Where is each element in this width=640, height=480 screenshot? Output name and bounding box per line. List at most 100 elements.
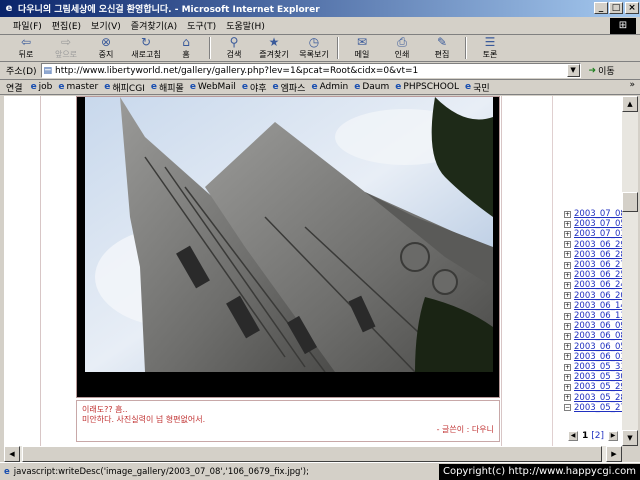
archive-item[interactable]: +2003_06_27: [564, 260, 622, 270]
archive-item[interactable]: +2003_07_03: [564, 229, 622, 239]
prev-page-button[interactable]: ◀: [568, 431, 578, 441]
link-daum[interactable]: e Daum: [354, 82, 389, 92]
archive-item[interactable]: +2003_05_31: [564, 362, 622, 372]
expand-plus-icon: +: [564, 353, 571, 361]
menu-help[interactable]: 도움말(H): [221, 19, 270, 32]
menu-bar: 파일(F) 편집(E) 보기(V) 즐겨찾기(A) 도구(T) 도움말(H) ⊞: [0, 17, 640, 35]
ie-link-icon: e: [272, 82, 279, 92]
scroll-left-button[interactable]: ◀: [4, 446, 20, 462]
go-button[interactable]: ➜ 이동: [589, 64, 615, 78]
home-button[interactable]: ⌂ 홈: [166, 35, 206, 61]
archive-item[interactable]: +2003_05_30: [564, 372, 622, 382]
ie-link-icon: e: [311, 82, 318, 92]
refresh-button[interactable]: ↻ 새로고침: [126, 35, 166, 61]
archive-item[interactable]: +2003_06_09: [564, 321, 622, 331]
archive-date-list: +2003_07_08 +2003_07_05 +2003_07_03 +200…: [564, 209, 622, 413]
archive-item[interactable]: +2003_05_29: [564, 382, 622, 392]
gallery-photo[interactable]: [76, 96, 500, 398]
archive-item[interactable]: +2003_06_25: [564, 270, 622, 280]
history-button[interactable]: ◷ 목록보기: [294, 35, 334, 61]
favorites-button[interactable]: ★ 즐겨찾기: [254, 35, 294, 61]
vertical-scrollbar[interactable]: ▲ ▼: [622, 96, 638, 446]
archive-item[interactable]: +2003_07_05: [564, 219, 622, 229]
link-admin[interactable]: e Admin: [311, 82, 348, 92]
link-job[interactable]: e job: [31, 82, 53, 92]
mail-icon: ✉: [356, 35, 368, 49]
toolbar-separator: [337, 37, 339, 59]
maximize-button[interactable]: □: [609, 2, 623, 14]
menu-edit[interactable]: 편집(E): [47, 19, 86, 32]
menu-favorites[interactable]: 즐겨찾기(A): [126, 19, 182, 32]
forward-button[interactable]: ⇨ 앞으로: [46, 35, 86, 61]
history-icon: ◷: [308, 35, 320, 49]
minimize-button[interactable]: _: [594, 2, 608, 14]
expand-plus-icon: +: [564, 231, 571, 238]
printer-icon: ⎙: [397, 35, 407, 49]
page-content: 이래도?? 흠.. 미안하다. 사진실력이 넘 형편없어서. - 글쓴이 : 다…: [4, 96, 622, 446]
toolbar-separator: [465, 37, 467, 59]
expand-plus-icon: +: [564, 302, 571, 310]
address-url: http://www.libertyworld.net/gallery/gall…: [55, 65, 419, 76]
link-happycgi[interactable]: e 해피CGI: [104, 81, 145, 94]
menu-tools[interactable]: 도구(T): [182, 19, 221, 32]
post-description: 이래도?? 흠.. 미안하다. 사진실력이 넘 형편없어서. - 글쓴이 : 다…: [76, 400, 500, 442]
menu-file[interactable]: 파일(F): [8, 19, 47, 32]
ie-link-icon: e: [354, 82, 361, 92]
horizontal-scrollbar[interactable]: ◀ ▶: [4, 446, 622, 462]
link-phpschool[interactable]: e PHPSCHOOL: [395, 82, 459, 92]
discuss-button[interactable]: ☰ 토론: [470, 35, 510, 61]
horizontal-scroll-thumb[interactable]: [22, 446, 602, 462]
post-line-1: 이래도?? 흠..: [82, 405, 128, 414]
link-empas[interactable]: e 엠파스: [273, 81, 306, 94]
layout-divider: [552, 96, 553, 446]
archive-item[interactable]: +2003_06_13: [564, 311, 622, 321]
expand-plus-icon: +: [564, 312, 571, 320]
windows-logo-icon: ⊞: [610, 18, 636, 34]
scroll-right-button[interactable]: ▶: [606, 446, 622, 462]
archive-item[interactable]: +2003_06_24: [564, 280, 622, 290]
stop-button[interactable]: ⊗ 중지: [86, 35, 126, 61]
back-button[interactable]: ⇦ 뒤로: [6, 35, 46, 61]
link-kookmin[interactable]: e 국민: [465, 81, 490, 94]
menu-view[interactable]: 보기(V): [86, 19, 126, 32]
search-button[interactable]: ⚲ 검색: [214, 35, 254, 61]
archive-item[interactable]: +2003_06_08: [564, 331, 622, 341]
window-title: 다우니의 그림세상에 오신걸 환영합니다. - Microsoft Intern…: [18, 5, 320, 15]
links-more-chevron[interactable]: »: [629, 80, 635, 90]
forward-arrow-icon: ⇨: [60, 35, 72, 49]
archive-item[interactable]: +2003_06_14: [564, 301, 622, 311]
vertical-scroll-thumb[interactable]: [622, 192, 638, 212]
address-input[interactable]: ▤ http://www.libertyworld.net/gallery/ga…: [40, 63, 581, 78]
cathedral-photo-image: [85, 97, 493, 372]
archive-item[interactable]: +2003_05_28: [564, 393, 622, 403]
post-line-2: 미안하다. 사진실력이 넘 형편없어서.: [82, 415, 206, 424]
link-webmail[interactable]: e WebMail: [190, 82, 236, 92]
address-dropdown-button[interactable]: ▼: [566, 64, 580, 77]
expand-plus-icon: +: [564, 292, 571, 300]
expand-plus-icon: +: [564, 363, 571, 371]
link-yahoo[interactable]: e 야후: [242, 81, 267, 94]
archive-item[interactable]: +2003_06_20: [564, 291, 622, 301]
archive-item[interactable]: +2003_06_29: [564, 240, 622, 250]
edit-button[interactable]: ✎ 편집: [422, 35, 462, 61]
print-button[interactable]: ⎙ 인쇄: [382, 35, 422, 61]
ie-link-icon: e: [104, 82, 111, 92]
ie-link-icon: e: [241, 82, 248, 92]
archive-item[interactable]: +2003_06_01: [564, 352, 622, 362]
page-2-link[interactable]: [2]: [591, 431, 604, 441]
scroll-up-button[interactable]: ▲: [622, 96, 638, 112]
mail-button[interactable]: ✉ 메일: [342, 35, 382, 61]
ie-status-icon: e: [4, 466, 10, 477]
scroll-down-button[interactable]: ▼: [622, 430, 638, 446]
next-page-button[interactable]: ▶: [608, 431, 619, 441]
favorites-icon: ★: [268, 35, 280, 49]
copyright-watermark: Copyright(c) http://www.happycgi.com: [438, 464, 640, 480]
archive-item[interactable]: +2003_06_05: [564, 342, 622, 352]
archive-item[interactable]: +2003_07_08: [564, 209, 622, 219]
window-titlebar[interactable]: e 다우니의 그림세상에 오신걸 환영합니다. - Microsoft Inte…: [0, 0, 640, 17]
close-button[interactable]: ×: [625, 2, 639, 14]
archive-item[interactable]: +2003_06_28: [564, 250, 622, 260]
archive-item[interactable]: −2003_05_27: [564, 403, 622, 413]
link-master[interactable]: e master: [58, 82, 98, 92]
link-happymall[interactable]: e 해피몰: [151, 81, 184, 94]
